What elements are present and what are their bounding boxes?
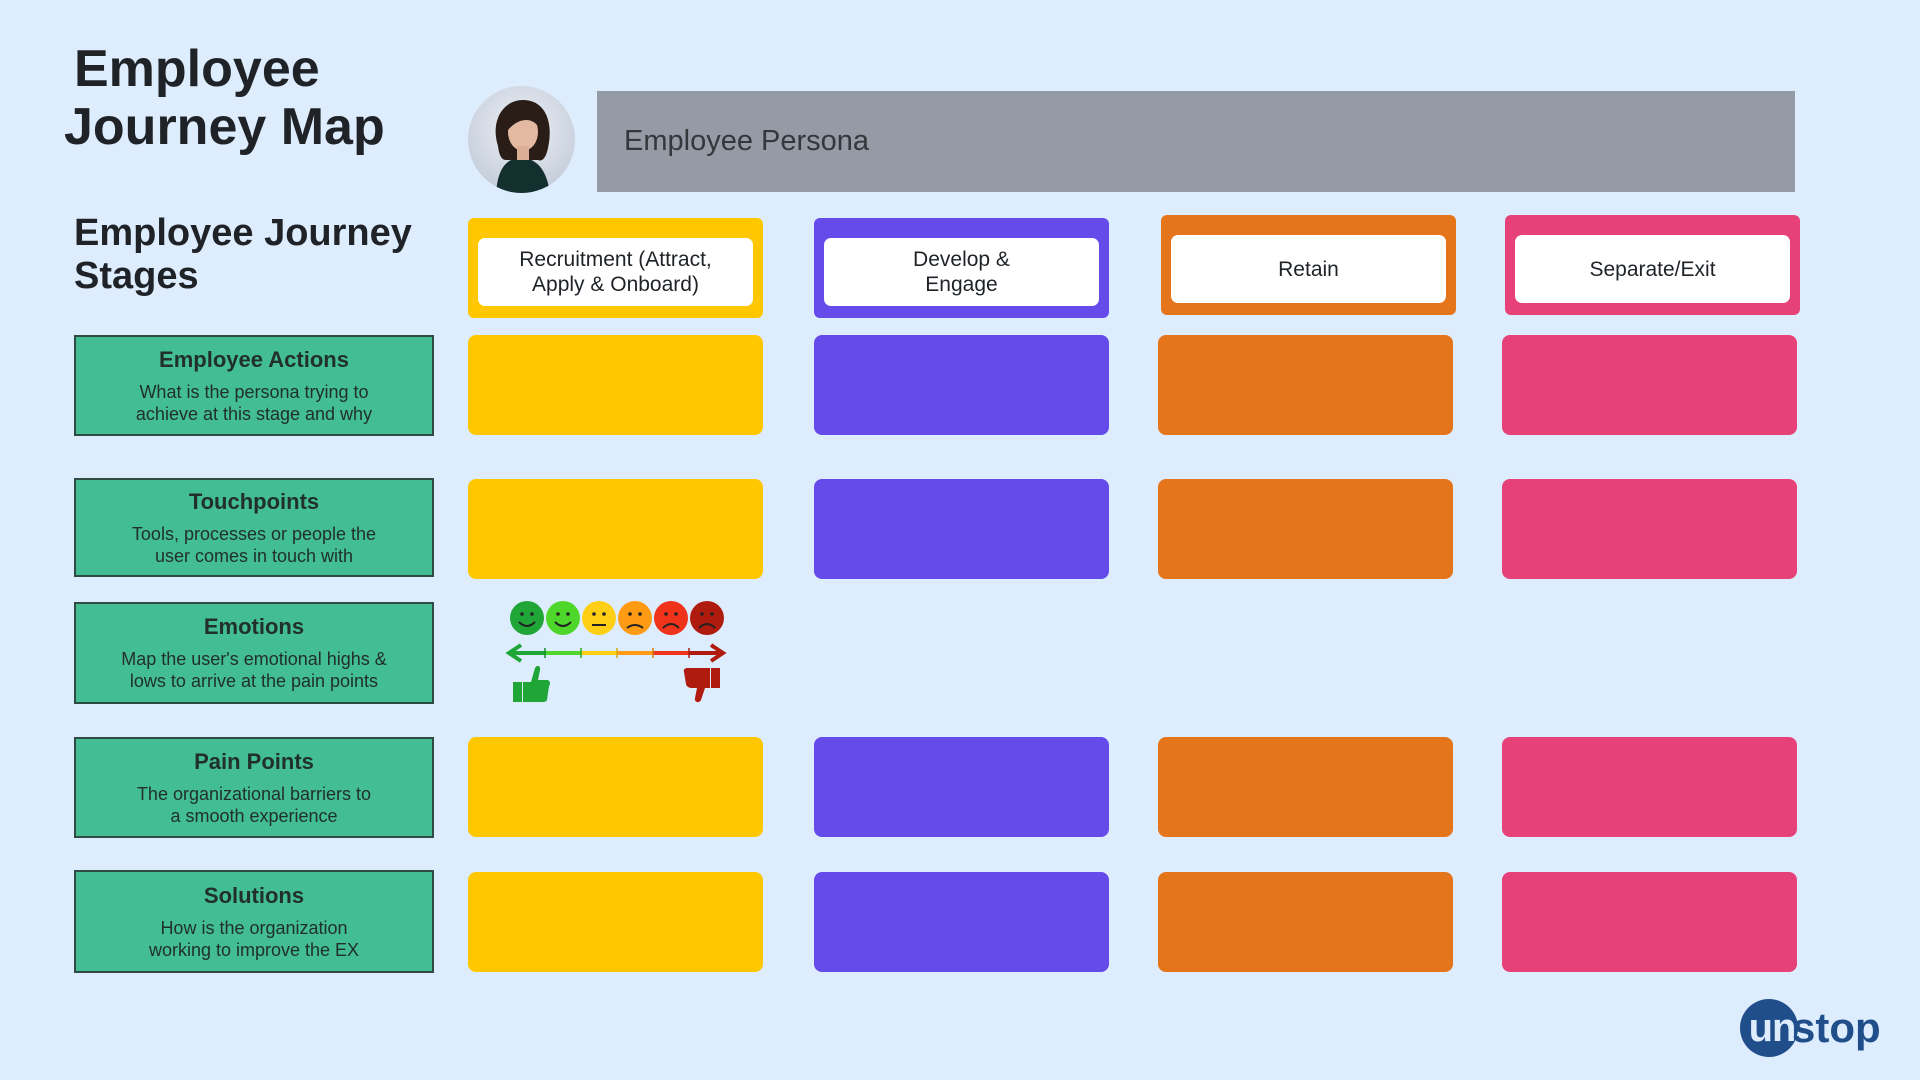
face-sad-icon: [654, 601, 688, 635]
stages-heading-line1: Employee Journey: [74, 212, 412, 254]
unstop-logo[interactable]: un stop: [1740, 998, 1881, 1058]
cell-employee-actions-stage-1[interactable]: [468, 335, 763, 435]
row-label-employee-actions: Employee Actions What is the persona try…: [74, 335, 434, 436]
cell-pain-points-stage-3[interactable]: [1158, 737, 1453, 837]
cell-employee-actions-stage-3[interactable]: [1158, 335, 1453, 435]
row-label-pain-points: Pain Points The organizational barriers …: [74, 737, 434, 838]
thumbs-down-icon: [683, 668, 720, 703]
persona-avatar: [468, 86, 575, 193]
page-title-line2: Journey Map: [64, 98, 385, 156]
face-angry-icon: [690, 601, 724, 635]
thumbs-up-icon: [513, 665, 551, 702]
logo-text: stop: [1792, 1004, 1881, 1051]
face-very-happy-icon: [510, 601, 544, 635]
stage-label: Separate/Exit: [1515, 235, 1790, 303]
cell-pain-points-stage-2[interactable]: [814, 737, 1109, 837]
cell-employee-actions-stage-2[interactable]: [814, 335, 1109, 435]
stage-label: Develop & Engage: [824, 238, 1099, 306]
page-title: Employee Journey Map: [64, 40, 385, 156]
cell-solutions-stage-2[interactable]: [814, 872, 1109, 972]
face-happy-icon: [546, 601, 580, 635]
row-label-emotions: Emotions Map the user's emotional highs …: [74, 602, 434, 704]
cell-solutions-stage-1[interactable]: [468, 872, 763, 972]
cell-employee-actions-stage-4[interactable]: [1502, 335, 1797, 435]
persona-bar[interactable]: Employee Persona: [597, 91, 1795, 192]
stage-separate-exit[interactable]: Separate/Exit: [1505, 215, 1800, 315]
stages-heading-line2: Stages: [74, 255, 199, 297]
cell-solutions-stage-4[interactable]: [1502, 872, 1797, 972]
face-slightly-sad-icon: [618, 601, 652, 635]
person-photo-icon: [495, 100, 550, 193]
cell-touchpoints-stage-4[interactable]: [1502, 479, 1797, 579]
logo-circle: un: [1740, 999, 1798, 1057]
face-neutral-icon: [582, 601, 616, 635]
cell-touchpoints-stage-1[interactable]: [468, 479, 763, 579]
stage-recruitment[interactable]: Recruitment (Attract, Apply & Onboard): [468, 218, 763, 318]
emotion-scale: [505, 598, 727, 706]
row-label-touchpoints: Touchpoints Tools, processes or people t…: [74, 478, 434, 577]
stages-heading: Employee Journey Stages: [74, 212, 412, 298]
emotion-scale-graphic: [505, 601, 727, 703]
page-title-line1: Employee: [74, 40, 320, 98]
cell-pain-points-stage-1[interactable]: [468, 737, 763, 837]
scale-arrow: [505, 643, 727, 663]
row-label-solutions: Solutions How is the organization workin…: [74, 870, 434, 973]
stage-label: Recruitment (Attract, Apply & Onboard): [478, 238, 753, 306]
cell-touchpoints-stage-3[interactable]: [1158, 479, 1453, 579]
stage-retain[interactable]: Retain: [1161, 215, 1456, 315]
stage-develop-engage[interactable]: Develop & Engage: [814, 218, 1109, 318]
cell-pain-points-stage-4[interactable]: [1502, 737, 1797, 837]
persona-label: Employee Persona: [624, 125, 870, 157]
stage-label: Retain: [1171, 235, 1446, 303]
cell-solutions-stage-3[interactable]: [1158, 872, 1453, 972]
cell-touchpoints-stage-2[interactable]: [814, 479, 1109, 579]
